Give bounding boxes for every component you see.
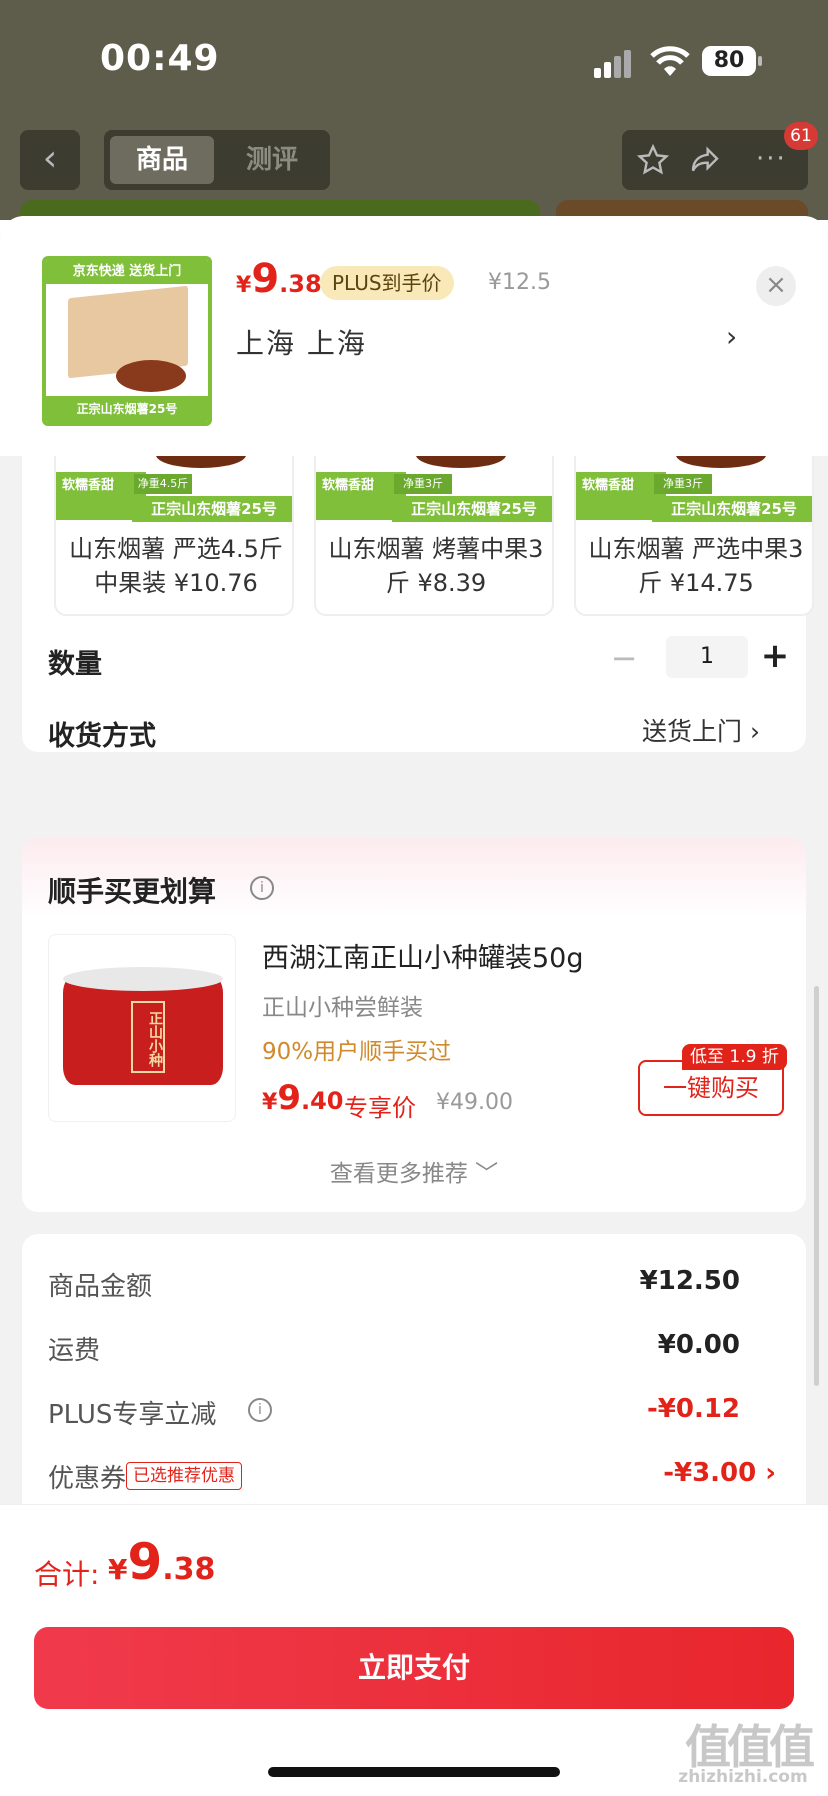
status-time: 00:49 bbox=[100, 38, 220, 79]
battery-icon: 80 bbox=[702, 46, 762, 76]
tab-review[interactable]: 测评 bbox=[220, 136, 324, 184]
top-nav: ‹ 商品 测评 ··· 61 bbox=[0, 122, 828, 192]
tab-bar: 商品 测评 bbox=[104, 130, 330, 190]
thumbnail-banner: 正宗山东烟薯25号 bbox=[46, 396, 208, 422]
close-button[interactable]: × bbox=[756, 266, 796, 306]
tin-label: 正山小种 bbox=[131, 1001, 165, 1073]
chevron-right-icon[interactable]: › bbox=[726, 320, 737, 353]
pay-now-button[interactable]: 立即支付 bbox=[34, 1627, 794, 1709]
plus-price-badge: PLUS到手价 bbox=[320, 266, 454, 300]
sweet-potato-graphic bbox=[416, 456, 506, 468]
coupon-selected-tag: 已选推荐优惠 bbox=[126, 1462, 242, 1490]
price-integer: 9 bbox=[277, 1078, 301, 1118]
options-card: 软糯香甜 净重4.5斤 正宗山东烟薯25号 山东烟薯 严选4.5斤中果装 ¥10.7… bbox=[22, 456, 814, 752]
sku-weight: 净重3斤 bbox=[654, 474, 712, 494]
home-indicator bbox=[268, 1767, 560, 1777]
total-label: 合计: bbox=[34, 1558, 100, 1591]
recommend-image[interactable]: 正山小种 bbox=[48, 934, 236, 1122]
price-decimal: .40 bbox=[300, 1087, 344, 1115]
sweet-potato-graphic bbox=[116, 360, 186, 392]
price-integer: 9 bbox=[251, 256, 280, 302]
sku-option[interactable]: 软糯香甜 净重3斤 正宗山东烟薯25号 山东烟薯 烤薯中果3斤 ¥8.39 bbox=[314, 456, 554, 616]
more-icon[interactable]: ··· bbox=[756, 144, 787, 174]
coupon-value[interactable]: -¥3.00 › bbox=[663, 1458, 776, 1488]
sku-option[interactable]: 软糯香甜 净重4.5斤 正宗山东烟薯25号 山东烟薯 严选4.5斤中果装 ¥10.7… bbox=[54, 456, 294, 616]
recommend-title: 顺手买更划算 bbox=[48, 875, 217, 908]
sku-label: 山东烟薯 严选中果3斤 ¥14.75 bbox=[588, 535, 804, 597]
share-icon[interactable] bbox=[688, 144, 722, 176]
scrollbar[interactable] bbox=[814, 986, 819, 1386]
original-price: ¥12.5 bbox=[488, 270, 551, 295]
sweet-potato-graphic bbox=[676, 456, 766, 468]
sku-image: 软糯香甜 净重3斤 正宗山东烟薯25号 bbox=[576, 456, 812, 522]
sku-image: 软糯香甜 净重4.5斤 正宗山东烟薯25号 bbox=[56, 456, 292, 522]
recommend-buy-rate: 90%用户顺手买过 bbox=[262, 1039, 452, 1065]
quantity-input[interactable]: 1 bbox=[666, 636, 748, 678]
tin-lid bbox=[63, 967, 223, 991]
info-icon[interactable]: i bbox=[248, 1398, 272, 1422]
info-icon[interactable]: i bbox=[250, 876, 274, 900]
shipping-label: 运费 bbox=[48, 1336, 101, 1366]
total-price: ¥9.38 bbox=[108, 1533, 215, 1591]
checkout-footer: 合计: ¥9.38 立即支付 值值值 zhizhizhi.com bbox=[0, 1504, 828, 1796]
delivery-method-label: 收货方式 bbox=[48, 721, 156, 752]
discount-tag: 低至 1.9 折 bbox=[682, 1044, 787, 1070]
status-bar: 00:49 80 bbox=[0, 0, 828, 120]
price-decimal: .38 bbox=[162, 1552, 216, 1587]
sheet-header: 京东快递 送货上门 正宗山东烟薯25号 ¥9.38 PLUS到手价 ¥12.5 … bbox=[0, 216, 828, 456]
sku-label: 山东烟薯 烤薯中果3斤 ¥8.39 bbox=[328, 535, 544, 597]
sku-banner: 正宗山东烟薯25号 bbox=[392, 496, 552, 522]
star-icon[interactable] bbox=[636, 144, 670, 176]
wifi-icon bbox=[650, 46, 690, 76]
sku-label: 山东烟薯 严选4.5斤中果装 ¥10.76 bbox=[69, 535, 283, 597]
tab-product[interactable]: 商品 bbox=[110, 136, 214, 184]
recommend-product-subtitle: 正山小种尝鲜装 bbox=[262, 995, 423, 1021]
quantity-stepper: − 1 + bbox=[604, 636, 789, 680]
goods-amount-label: 商品金额 bbox=[48, 1272, 153, 1302]
sku-weight: 净重4.5斤 bbox=[134, 474, 192, 494]
sku-image: 软糯香甜 净重3斤 正宗山东烟薯25号 bbox=[316, 456, 552, 522]
tea-tin-graphic: 正山小种 bbox=[63, 967, 223, 1085]
see-more-link[interactable]: 查看更多推荐 ﹀ bbox=[22, 1154, 806, 1188]
product-thumbnail: 京东快递 送货上门 正宗山东烟薯25号 bbox=[42, 256, 212, 426]
recommend-product-name[interactable]: 西湖江南正山小种罐装50g bbox=[262, 936, 584, 975]
sweet-potato-graphic bbox=[156, 456, 246, 468]
message-badge: 61 bbox=[784, 122, 818, 150]
recommend-card: 顺手买更划算 i 正山小种 西湖江南正山小种罐装50g 正山小种尝鲜装 90%用… bbox=[22, 838, 806, 1212]
exclusive-price-label: 专享价 bbox=[344, 1094, 416, 1122]
price-symbol: ¥ bbox=[236, 273, 252, 298]
sku-banner: 正宗山东烟薯25号 bbox=[652, 496, 812, 522]
increase-button[interactable]: + bbox=[758, 636, 792, 676]
signal-icon bbox=[594, 50, 636, 78]
price-symbol: ¥ bbox=[108, 1553, 128, 1586]
goods-amount-value: ¥12.50 bbox=[639, 1266, 740, 1296]
recommend-price: ¥9.40 bbox=[262, 1078, 344, 1118]
plus-discount-label: PLUS专享立减 bbox=[48, 1400, 217, 1430]
delivery-method-value[interactable]: 送货上门 › bbox=[642, 712, 760, 748]
quantity-label: 数量 bbox=[48, 649, 102, 680]
top-tools: ··· 61 bbox=[622, 122, 818, 190]
back-button[interactable]: ‹ bbox=[20, 130, 80, 190]
decrease-button[interactable]: − bbox=[604, 638, 644, 678]
plus-discount-value: -¥0.12 bbox=[646, 1394, 740, 1424]
sku-weight: 净重3斤 bbox=[394, 474, 452, 494]
coupon-label: 优惠券 bbox=[48, 1464, 127, 1494]
sku-option[interactable]: 软糯香甜 净重3斤 正宗山东烟薯25号 山东烟薯 严选中果3斤 ¥14.75 bbox=[574, 456, 814, 616]
watermark-url: zhizhizhi.com bbox=[678, 1767, 808, 1787]
delivery-address[interactable]: 上海 上海 bbox=[236, 322, 367, 362]
thumbnail-strip: 京东快递 送货上门 bbox=[46, 260, 208, 284]
sku-banner: 正宗山东烟薯25号 bbox=[132, 496, 292, 522]
final-price: ¥9.38 bbox=[236, 256, 322, 302]
price-symbol: ¥ bbox=[262, 1090, 278, 1115]
price-decimal: .38 bbox=[279, 270, 322, 298]
price-integer: 9 bbox=[127, 1533, 163, 1591]
recommend-original-price: ¥49.00 bbox=[436, 1090, 513, 1115]
shipping-value: ¥0.00 bbox=[657, 1330, 740, 1360]
